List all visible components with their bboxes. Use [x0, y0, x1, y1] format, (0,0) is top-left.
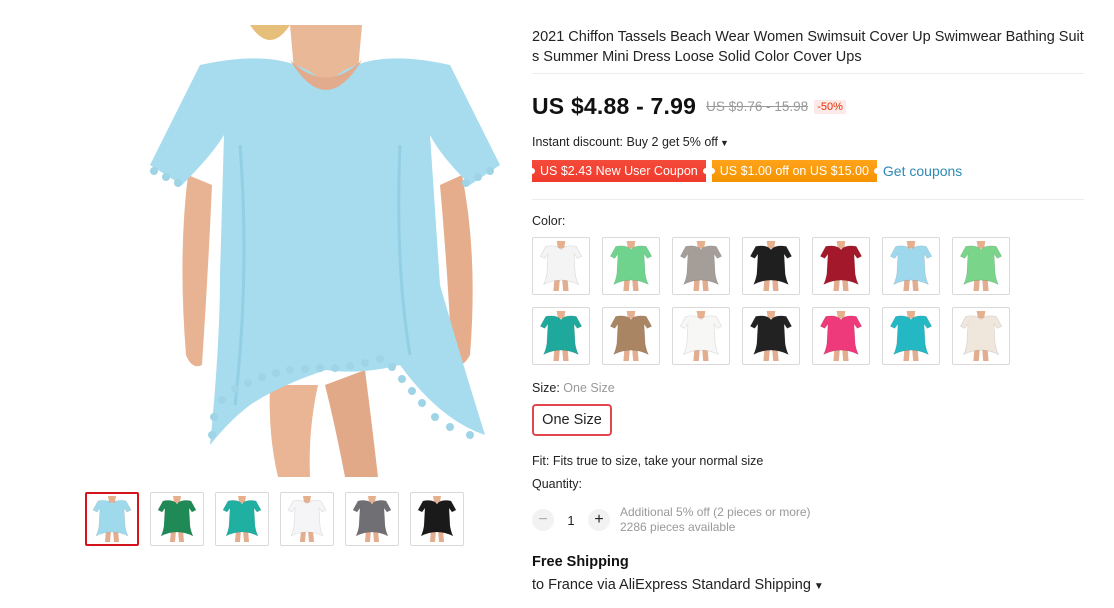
size-label-text: Size: — [532, 381, 560, 395]
quantity-value[interactable]: 1 — [554, 513, 588, 528]
divider — [532, 199, 1084, 200]
gallery-thumbnail[interactable] — [345, 492, 399, 546]
decrease-quantity-button[interactable]: − — [532, 509, 554, 531]
mint-green-dress-thumb — [959, 241, 1003, 291]
red-dress-thumb — [819, 241, 863, 291]
teal-dress-thumb — [222, 496, 262, 542]
color-swatches — [532, 237, 1010, 365]
color-swatch[interactable] — [602, 307, 660, 365]
gray-dress-thumb — [352, 496, 392, 542]
color-swatch[interactable] — [952, 237, 1010, 295]
shipping-method-text: to France via AliExpress Standard Shippi… — [532, 577, 811, 593]
green-dress-thumb — [609, 241, 653, 291]
stock-available: 2286 pieces available — [620, 520, 736, 534]
quantity-info: Additional 5% off (2 pieces or more) 228… — [620, 505, 811, 535]
shipping-title: Free Shipping — [532, 554, 629, 570]
khaki-dress-thumb — [609, 311, 653, 361]
coupon-row: US $2.43 New User Coupon US $1.00 off on… — [529, 160, 962, 182]
instant-discount-text: Instant discount: Buy 2 get 5% off — [532, 135, 718, 149]
light-blue-dress-thumb — [92, 496, 132, 542]
current-price: US $4.88 - 7.99 — [532, 93, 697, 119]
main-product-image[interactable] — [140, 25, 512, 477]
beige-photo-thumb — [959, 311, 1003, 361]
fit-note: Fit: Fits true to size, take your normal… — [532, 454, 764, 468]
original-price: US $9.76 - 15.98 — [706, 99, 809, 114]
color-swatch[interactable] — [882, 307, 940, 365]
color-swatch[interactable] — [952, 307, 1010, 365]
white-dress-thumb — [539, 241, 583, 291]
product-title: 2021 Chiffon Tassels Beach Wear Women Sw… — [532, 29, 1084, 65]
chevron-down-icon: ▼ — [813, 581, 824, 592]
color-swatch[interactable] — [672, 237, 730, 295]
discount-badge: -50% — [814, 99, 846, 114]
teal-dress-thumb — [539, 311, 583, 361]
gray-dress-thumb — [679, 241, 723, 291]
color-swatch[interactable] — [602, 237, 660, 295]
light-blue-dress-thumb — [889, 241, 933, 291]
quantity-stepper: − 1 + Additional 5% off (2 pieces or mor… — [532, 505, 811, 535]
white-photo-thumb — [679, 311, 723, 361]
bulk-discount-note: Additional 5% off (2 pieces or more) — [620, 505, 811, 519]
shipping-method[interactable]: to France via AliExpress Standard Shippi… — [532, 577, 824, 593]
get-coupons-link[interactable]: Get coupons — [883, 163, 962, 179]
gallery-thumbnail[interactable] — [410, 492, 464, 546]
size-label: Size: One Size — [532, 381, 615, 395]
white-dress-thumb — [287, 496, 327, 542]
color-swatch[interactable] — [742, 237, 800, 295]
green-dress-thumb — [157, 496, 197, 542]
color-swatch[interactable] — [742, 307, 800, 365]
divider — [532, 73, 1084, 74]
instant-discount[interactable]: Instant discount: Buy 2 get 5% off ▼ — [532, 135, 729, 149]
increase-quantity-button[interactable]: + — [588, 509, 610, 531]
black-dress-thumb — [749, 241, 793, 291]
cover-up-dress-image — [150, 25, 500, 477]
quantity-label: Quantity: — [532, 477, 583, 491]
size-option-one-size[interactable]: One Size — [532, 404, 612, 436]
color-swatch[interactable] — [532, 307, 590, 365]
gallery-thumbnail[interactable] — [280, 492, 334, 546]
chevron-down-icon: ▼ — [720, 138, 729, 148]
gallery-thumbnail[interactable] — [85, 492, 139, 546]
size-selected-value: One Size — [563, 381, 615, 395]
rose-photo-thumb — [819, 311, 863, 361]
turquoise-photo-thumb — [889, 311, 933, 361]
black-dress-thumb — [417, 496, 457, 542]
gallery-thumbnail[interactable] — [215, 492, 269, 546]
gallery-thumbnails — [85, 492, 464, 546]
store-coupon[interactable]: US $1.00 off on US $15.00 — [708, 160, 881, 182]
gallery-thumbnail[interactable] — [150, 492, 204, 546]
color-swatch[interactable] — [882, 237, 940, 295]
price-row: US $4.88 - 7.99 US $9.76 - 15.98 -50% — [532, 93, 846, 120]
new-user-coupon[interactable]: US $2.43 New User Coupon — [529, 160, 709, 182]
color-swatch[interactable] — [672, 307, 730, 365]
color-swatch[interactable] — [532, 237, 590, 295]
color-swatch[interactable] — [812, 237, 870, 295]
color-swatch[interactable] — [812, 307, 870, 365]
black-photo-thumb — [749, 311, 793, 361]
color-label: Color: — [532, 214, 566, 228]
